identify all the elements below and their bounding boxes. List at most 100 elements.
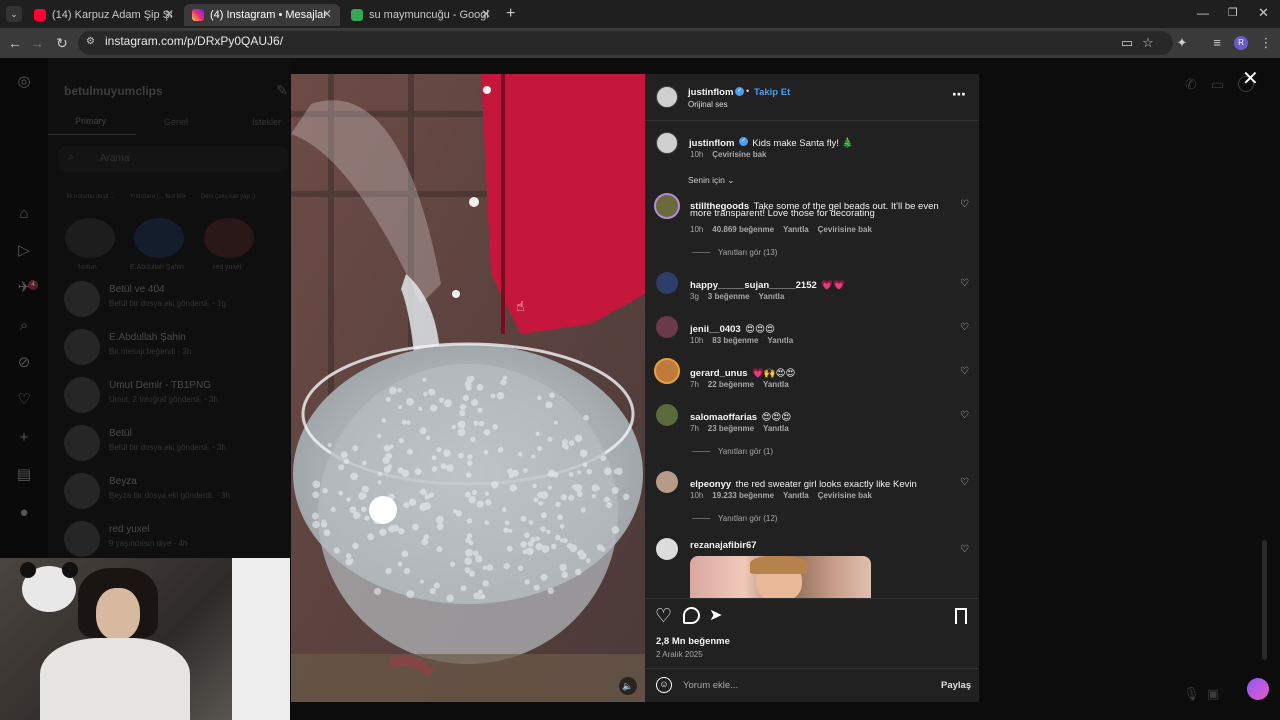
like-heart-icon[interactable]: ♡ bbox=[655, 605, 672, 628]
create-plus-icon[interactable]: + bbox=[14, 428, 34, 448]
browser-menu-icon[interactable]: ⋮ bbox=[1258, 35, 1274, 51]
comment-avatar[interactable] bbox=[654, 193, 680, 219]
note-bubble[interactable]: Ders çalış kas yap :) bbox=[198, 194, 258, 200]
like-comment-heart-icon[interactable]: ♡ bbox=[960, 410, 969, 421]
view-replies-link[interactable]: Yanıtları gör (1) bbox=[692, 447, 773, 456]
tab-google[interactable]: su maymuncuğu - Google Alışv ✕ bbox=[343, 4, 499, 26]
back-arrow-icon[interactable]: ← bbox=[6, 34, 24, 52]
close-tab-icon[interactable]: ✕ bbox=[322, 7, 332, 21]
reply-link[interactable]: Yanıtla bbox=[763, 380, 789, 389]
extensions-icon[interactable]: ✦ bbox=[1174, 35, 1190, 51]
conversation-row[interactable]: Umut Demir - TB1PNG Umut, 2 fotoğraf gönd… bbox=[64, 377, 284, 417]
search-icon[interactable]: ⌕ bbox=[14, 316, 34, 336]
comment-username[interactable]: salomaoffarias bbox=[690, 412, 757, 423]
instagram-logo-icon[interactable]: ◎ bbox=[14, 72, 34, 92]
like-comment-heart-icon[interactable]: ♡ bbox=[960, 366, 969, 377]
see-translation-link[interactable]: Çevirisine bak bbox=[818, 225, 872, 234]
bookmark-star-icon[interactable]: ☆ bbox=[1140, 35, 1156, 51]
author-avatar[interactable] bbox=[656, 86, 678, 108]
note-avatar[interactable] bbox=[204, 218, 254, 258]
view-replies-link[interactable]: Yanıtları gör (12) bbox=[692, 514, 777, 523]
sticker-icon[interactable] bbox=[1247, 678, 1269, 700]
post-comment-button[interactable]: Paylaş bbox=[941, 680, 971, 691]
comment-avatar[interactable] bbox=[656, 404, 678, 426]
home-icon[interactable]: ⌂ bbox=[14, 204, 34, 224]
conversation-row[interactable]: Beyza Beyza bir dosya eki gönderdi. · 3h bbox=[64, 473, 284, 513]
comment-username[interactable]: rezanajafibir67 bbox=[690, 540, 757, 551]
maximize-window-icon[interactable]: ❐ bbox=[1228, 6, 1238, 19]
mute-toggle-icon[interactable]: 🔈 bbox=[619, 677, 637, 695]
notifications-heart-icon[interactable]: ♡ bbox=[14, 390, 34, 410]
close-tab-icon[interactable]: ✕ bbox=[164, 7, 174, 21]
share-send-icon[interactable]: ➤ bbox=[709, 605, 722, 625]
author-avatar[interactable] bbox=[656, 132, 678, 154]
profile-icon[interactable]: ● bbox=[14, 503, 34, 523]
conversation-row[interactable]: red yuxel 9 yaşındasın diye · 4h bbox=[64, 521, 284, 561]
comment-avatar[interactable] bbox=[656, 471, 678, 493]
dashboard-icon[interactable]: ▤ bbox=[14, 465, 34, 485]
comment-avatar[interactable] bbox=[656, 538, 678, 560]
reply-link[interactable]: Yanıtla bbox=[758, 292, 784, 301]
comment-likes[interactable]: 40.869 beğenme bbox=[712, 225, 774, 234]
tab-instagram[interactable]: (4) Instagram • Mesajlar ✕ bbox=[184, 4, 340, 26]
comment-avatar[interactable] bbox=[654, 358, 680, 384]
post-author-username[interactable]: justinflom bbox=[688, 87, 733, 98]
note-bubble[interactable]: İlk notumu deşif... bbox=[60, 194, 120, 200]
site-info-icon[interactable]: ⚙ bbox=[86, 36, 95, 47]
tab-youtube[interactable]: (14) Karpuz Adam Şip Şap Şop ✕ bbox=[26, 4, 182, 26]
follow-button[interactable]: Takip Et bbox=[754, 87, 790, 98]
explore-icon[interactable]: ⊘ bbox=[14, 353, 34, 373]
page-scrollbar[interactable] bbox=[1262, 540, 1267, 660]
cast-icon[interactable]: ▭ bbox=[1119, 35, 1135, 51]
caption-username[interactable]: justinflom bbox=[689, 138, 734, 149]
close-window-icon[interactable]: ✕ bbox=[1258, 5, 1269, 21]
like-comment-heart-icon[interactable]: ♡ bbox=[960, 477, 969, 488]
reply-link[interactable]: Yanıtla bbox=[763, 424, 789, 433]
note-avatar[interactable] bbox=[65, 218, 115, 258]
new-message-icon[interactable]: ✎ bbox=[276, 82, 288, 99]
video-call-icon[interactable]: ▭ bbox=[1211, 76, 1224, 93]
tab-primary[interactable]: Primary bbox=[75, 116, 106, 126]
like-comment-heart-icon[interactable]: ♡ bbox=[960, 278, 969, 289]
reload-icon[interactable]: ↻ bbox=[53, 34, 71, 52]
tab-general[interactable]: Genel bbox=[164, 117, 188, 127]
conversation-row[interactable]: Betül ve 404 Betül bir dosya eki gönderdi… bbox=[64, 281, 284, 321]
comment-likes[interactable]: 3 beğenme bbox=[708, 292, 750, 301]
conversation-row[interactable]: E.Abdullah Şahin Bir mesajı beğendi · 3h bbox=[64, 329, 284, 369]
view-replies-link[interactable]: Yanıtları gör (13) bbox=[692, 248, 777, 257]
emoji-icon[interactable]: ☺ bbox=[656, 677, 672, 693]
media-controls-icon[interactable]: ≡ bbox=[1209, 35, 1225, 51]
like-comment-heart-icon[interactable]: ♡ bbox=[960, 199, 969, 210]
comment-likes[interactable]: 22 beğenme bbox=[708, 380, 754, 389]
image-upload-icon[interactable]: ▣ bbox=[1207, 686, 1219, 702]
note-avatar[interactable] bbox=[134, 218, 184, 258]
audio-label[interactable]: Orijinal ses bbox=[688, 100, 728, 109]
comment-filter-dropdown[interactable]: Senin için ⌄ bbox=[688, 175, 734, 186]
like-comment-heart-icon[interactable]: ♡ bbox=[960, 322, 969, 333]
reels-icon[interactable]: ▷ bbox=[14, 241, 34, 261]
url-text[interactable]: instagram.com/p/DRxPy0QAUJ6/ bbox=[105, 34, 283, 48]
phone-call-icon[interactable]: ✆ bbox=[1185, 76, 1197, 93]
reply-link[interactable]: Yanıtla bbox=[767, 336, 793, 345]
likes-count[interactable]: 2,8 Mn beğenme bbox=[656, 636, 730, 647]
comment-username[interactable]: elpeonyy bbox=[690, 479, 731, 490]
comment-username[interactable]: gerard_unus bbox=[690, 368, 748, 379]
comment-avatar[interactable] bbox=[656, 272, 678, 294]
close-tab-icon[interactable]: ✕ bbox=[481, 7, 491, 21]
comment-avatar[interactable] bbox=[656, 316, 678, 338]
save-bookmark-icon[interactable] bbox=[955, 608, 967, 624]
comment-bubble-icon[interactable] bbox=[683, 607, 700, 624]
minimize-window-icon[interactable]: — bbox=[1197, 6, 1209, 20]
profile-avatar[interactable]: R bbox=[1234, 36, 1248, 50]
see-translation-link[interactable]: Çevirisine bak bbox=[712, 150, 766, 159]
microphone-icon[interactable]: 🎙 bbox=[1183, 686, 1200, 702]
reply-link[interactable]: Yanıtla bbox=[783, 225, 809, 234]
comment-username[interactable]: jenii__0403 bbox=[690, 324, 741, 335]
note-bubble[interactable]: Yıldızlara (... faul Mix bbox=[128, 194, 188, 200]
new-tab-button[interactable]: + bbox=[506, 5, 515, 23]
conversation-row[interactable]: Betül Betül bir dosya eki gönderdi. · 3h bbox=[64, 425, 284, 465]
post-video[interactable] bbox=[291, 74, 645, 702]
comment-likes[interactable]: 19.233 beğenme bbox=[712, 491, 774, 500]
dm-search-input[interactable]: ⌕ Arama bbox=[58, 146, 288, 172]
tab-requests[interactable]: İstekler bbox=[252, 117, 281, 127]
